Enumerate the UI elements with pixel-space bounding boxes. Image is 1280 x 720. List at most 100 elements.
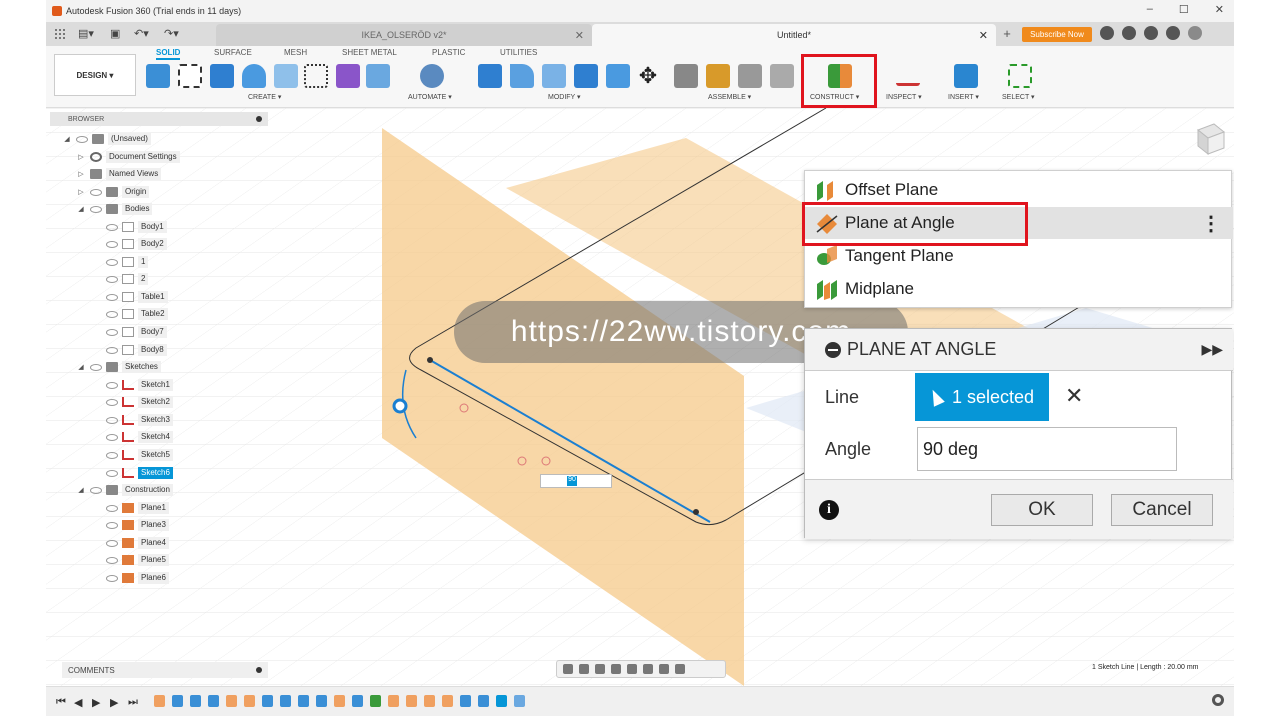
select-icon[interactable] [1008,64,1032,88]
visibility-eye-icon[interactable] [106,521,118,529]
extensions-icon[interactable] [1100,26,1114,40]
new-component-assemble-icon[interactable] [674,64,698,88]
tree-plane[interactable]: Plane1 [102,501,169,515]
timeline-feature-icon[interactable] [208,695,219,707]
visibility-eye-icon[interactable] [106,328,118,336]
visibility-eye-icon[interactable] [106,574,118,582]
tab-utilities[interactable]: UTILITIES [500,48,537,57]
file-menu-icon[interactable]: ▤▾ [78,27,94,40]
tree-named-views[interactable]: ▷ Named Views [76,167,162,181]
timeline-feature-icon[interactable] [334,695,345,707]
avatar[interactable] [1188,26,1202,40]
tree-construction[interactable]: ◢ Construction [76,483,173,497]
ok-button[interactable]: OK [991,494,1093,526]
rectangular-pattern-icon[interactable] [304,64,328,88]
tree-document-settings[interactable]: ▷ Document Settings [76,150,180,164]
tab-mesh[interactable]: MESH [284,48,307,57]
tree-body[interactable]: Body8 [102,343,167,357]
tree-plane[interactable]: Plane4 [102,536,169,550]
tree-sketch[interactable]: Sketch1 [102,378,173,392]
inspect-group-label[interactable]: INSPECT ▾ [886,93,922,101]
revolve-icon[interactable] [242,64,266,88]
expand-icon[interactable]: ▷ [76,188,86,196]
step-back-icon[interactable]: ◀ [74,696,82,709]
visibility-eye-icon[interactable] [106,346,118,354]
tab-solid[interactable]: SOLID [156,48,181,60]
visibility-eye-icon[interactable] [90,188,102,196]
as-built-joint-icon[interactable] [738,64,762,88]
line-selection-button[interactable]: 1 selected [915,373,1049,421]
collapse-icon[interactable]: ◢ [76,486,86,494]
form-icon[interactable] [336,64,360,88]
timeline-feature-icon[interactable] [460,695,471,707]
tree-sketch-selected[interactable]: Sketch6 [102,466,173,480]
joint-icon[interactable] [706,64,730,88]
move-icon[interactable]: ✥ [636,64,660,88]
tree-plane[interactable]: Plane5 [102,553,169,567]
timeline-feature-icon[interactable] [316,695,327,707]
viewcube[interactable] [1188,120,1228,160]
collapse-icon[interactable]: ◢ [76,363,86,371]
create-group-label[interactable]: CREATE ▾ [248,93,281,101]
line-endpoint[interactable] [693,509,699,515]
minimize-icon[interactable]: – [1147,3,1153,16]
angle-mini-value[interactable]: 90 [567,476,577,486]
help-icon[interactable] [1166,26,1180,40]
assemble-group-label[interactable]: ASSEMBLE ▾ [708,93,751,101]
visibility-eye-icon[interactable] [106,504,118,512]
menu-item-midplane[interactable]: Midplane [805,273,1233,305]
new-tab-icon[interactable]: + [998,26,1016,42]
collapse-dialog-icon[interactable] [825,341,841,358]
mirror-icon[interactable] [366,64,390,88]
chamfer-icon[interactable] [542,64,566,88]
step-forward-icon[interactable]: ▶ [110,696,118,709]
collapse-icon[interactable]: ◢ [62,135,72,143]
tree-body[interactable]: Body1 [102,220,167,234]
redo-icon[interactable]: ↷▾ [164,27,179,40]
maximize-icon[interactable]: ☐ [1179,3,1189,16]
collapse-icon[interactable]: ◢ [76,205,86,213]
expand-dialog-icon[interactable]: ▶▶ [1201,341,1223,358]
tab-ikea-olserod[interactable]: IKEA_OLSERÖD v2* ✕ [216,24,592,46]
workspace-switcher-button[interactable]: DESIGN ▾ [54,54,136,96]
visibility-eye-icon[interactable] [90,363,102,371]
visibility-eye-icon[interactable] [106,240,118,248]
expand-icon[interactable]: ▷ [76,153,86,161]
new-component-icon[interactable] [146,64,170,88]
visibility-eye-icon[interactable] [106,433,118,441]
select-group-label[interactable]: SELECT ▾ [1002,93,1035,101]
timeline-feature-icon[interactable] [190,695,201,707]
timeline-settings-icon[interactable] [1212,694,1224,706]
angle-mini-input[interactable]: 90 [540,474,612,488]
tree-body[interactable]: 1 [102,255,149,269]
visibility-eye-icon[interactable] [106,539,118,547]
combine-icon[interactable] [606,64,630,88]
orbit-icon[interactable] [563,664,573,674]
tree-body[interactable]: Table2 [102,307,168,321]
subscribe-button[interactable]: Subscribe Now [1022,27,1092,42]
timeline-feature-icon[interactable] [514,695,525,707]
save-icon[interactable]: ▣ [110,27,120,40]
tree-body[interactable]: 2 [102,272,149,286]
timeline-feature-icon[interactable] [388,695,399,707]
visibility-eye-icon[interactable] [106,556,118,564]
undo-icon[interactable]: ↶▾ [134,27,149,40]
tree-bodies[interactable]: ◢ Bodies [76,202,153,216]
timeline-feature-icon[interactable] [154,695,165,707]
display-settings-icon[interactable] [643,664,653,674]
timeline-feature-icon[interactable] [352,695,363,707]
automate-icon[interactable] [420,64,444,88]
timeline-feature-icon[interactable] [172,695,183,707]
browser-header[interactable]: BROWSER [50,112,268,126]
pan-icon[interactable] [595,664,605,674]
hole-icon[interactable] [274,64,298,88]
tree-body[interactable]: Table1 [102,290,168,304]
tree-sketch[interactable]: Sketch3 [102,413,173,427]
tree-sketch[interactable]: Sketch2 [102,395,173,409]
timeline-feature-icon[interactable] [244,695,255,707]
tree-sketches[interactable]: ◢ Sketches [76,360,161,374]
line-endpoint[interactable] [427,357,433,363]
press-pull-icon[interactable] [478,64,502,88]
dialog-header[interactable]: PLANE AT ANGLE ▶▶ [805,329,1233,371]
close-window-icon[interactable]: ✕ [1215,3,1224,16]
